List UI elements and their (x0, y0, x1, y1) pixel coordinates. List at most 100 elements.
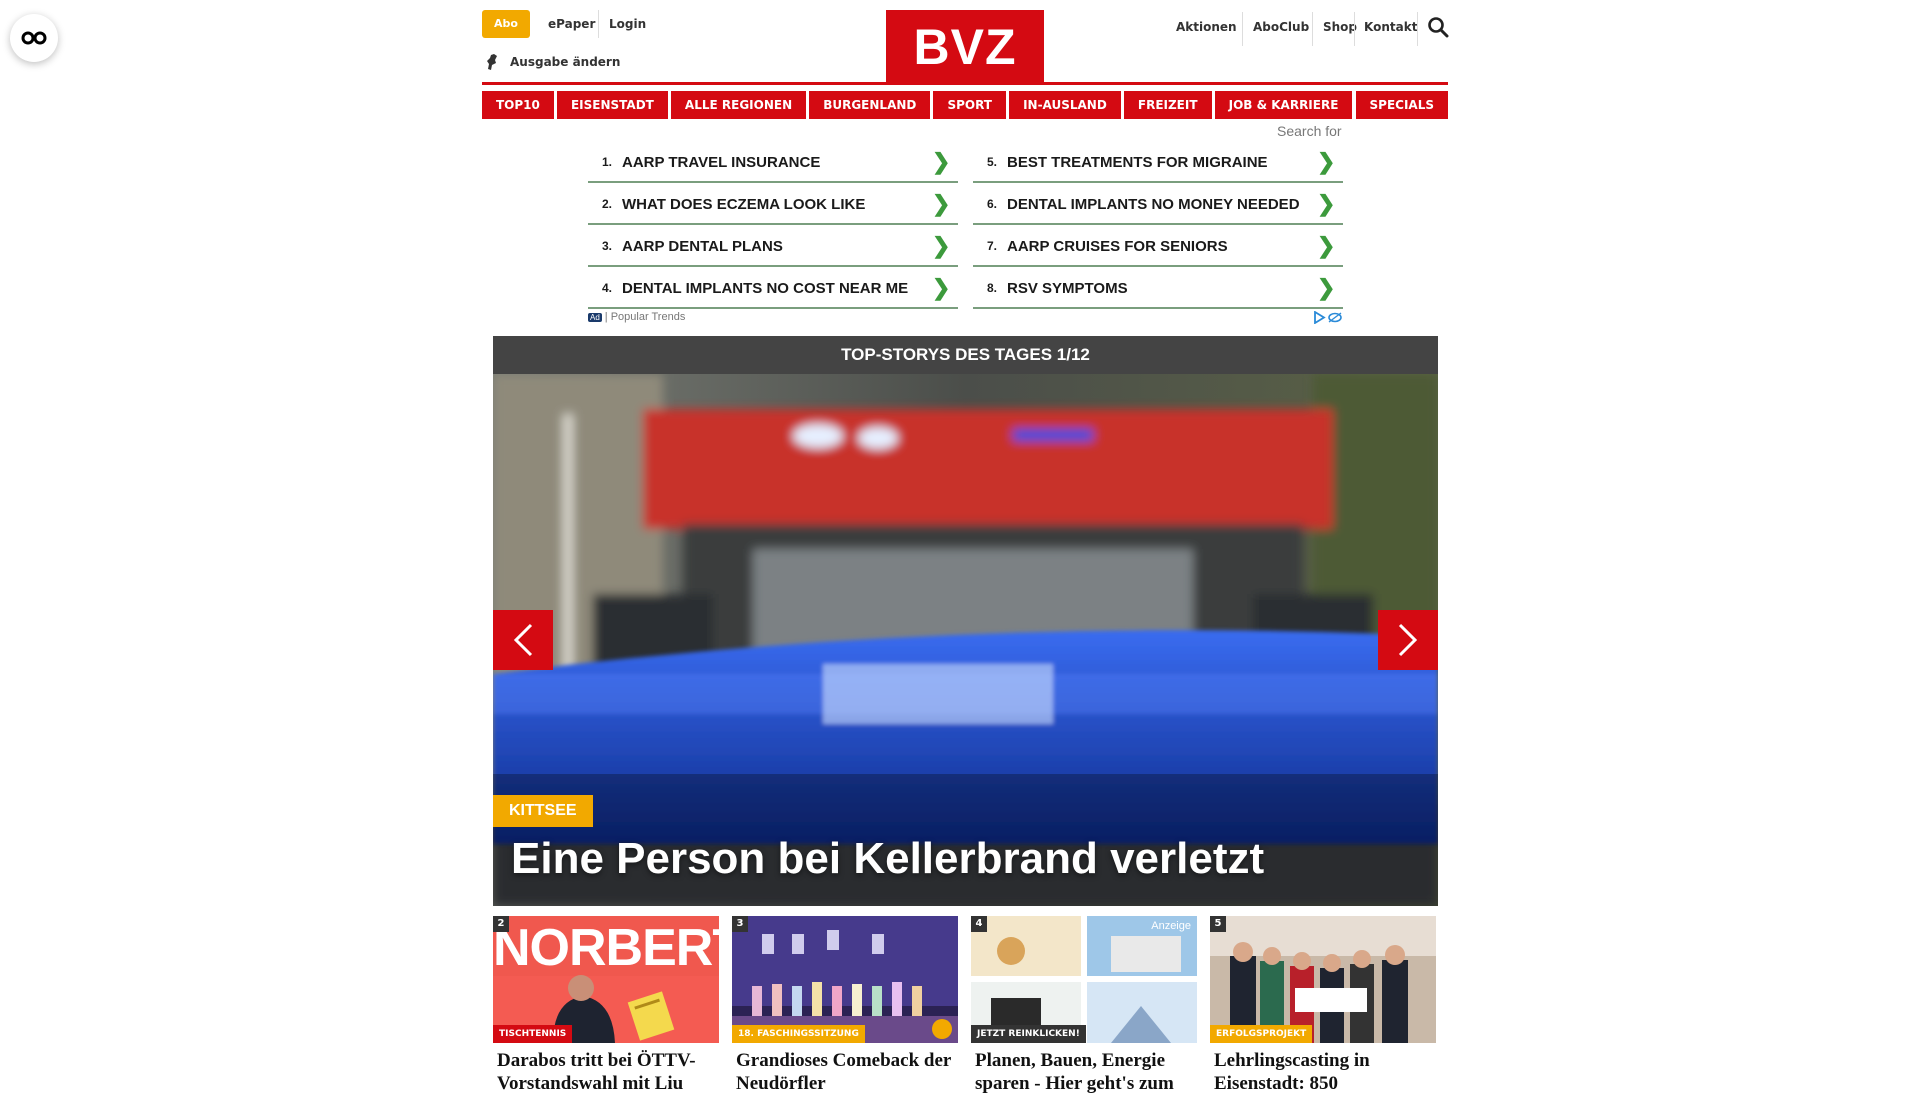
ad-link[interactable]: 4. DENTAL IMPLANTS NO COST NEAR ME ❯ (588, 269, 958, 309)
carousel-next-button[interactable] (1378, 610, 1438, 670)
kontakt-link[interactable]: Kontakt (1364, 12, 1417, 46)
chevron-right-icon: ❯ (932, 191, 951, 216)
header-rule (482, 82, 1448, 85)
story-thumbnail[interactable]: Anzeige 4 JETZT REINKLICKEN! (971, 916, 1197, 1043)
hero-category-tag[interactable]: KITTSEE (493, 795, 593, 827)
carousel-prev-button[interactable] (493, 610, 553, 670)
nav-item-specials[interactable]: SPECIALS (1355, 91, 1448, 119)
edition-label: Ausgabe ändern (510, 55, 621, 69)
ad-link[interactable]: 2. WHAT DOES ECZEMA LOOK LIKE ❯ (588, 185, 958, 225)
ad-link-number: 3. (601, 239, 612, 253)
story-thumbnail[interactable]: 3 18. FASCHINGSSITZUNG (732, 916, 958, 1043)
nav-item-eisenstadt[interactable]: EISENSTADT (556, 91, 668, 119)
story-title[interactable]: Grandioses Comeback der Neudörfler (732, 1049, 958, 1095)
ad-link-number: 5. (986, 155, 997, 169)
shop-link[interactable]: Shop (1323, 12, 1357, 46)
story-card[interactable]: Anzeige 4 JETZT REINKLICKEN! Planen, Bau… (971, 916, 1197, 1095)
story-image (1210, 916, 1436, 1043)
ad-link[interactable]: 6. DENTAL IMPLANTS NO MONEY NEEDED ❯ (973, 185, 1343, 225)
ad-link-number: 1. (601, 155, 612, 169)
ad-link-label: WHAT DOES ECZEMA LOOK LIKE (622, 195, 866, 213)
reader-mode-button[interactable] (10, 14, 58, 62)
header-divider (1242, 12, 1243, 46)
ad-link[interactable]: 1. AARP TRAVEL INSURANCE ❯ (588, 143, 958, 183)
epaper-link[interactable]: ePaper (548, 10, 595, 38)
login-link[interactable]: Login (609, 10, 646, 38)
ad-link-number: 6. (986, 197, 997, 211)
story-rank: 2 (493, 916, 509, 932)
nav-item-job-karriere[interactable]: JOB & KARRIERE (1214, 91, 1353, 119)
bvz-logo[interactable]: BVZ (886, 10, 1044, 84)
story-image (971, 916, 1197, 1043)
header-divider (1312, 12, 1313, 46)
aktionen-link[interactable]: Aktionen (1176, 12, 1237, 46)
ad-link-label: DENTAL IMPLANTS NO COST NEAR ME (622, 279, 909, 297)
chevron-right-icon: ❯ (1317, 275, 1336, 300)
aboclub-link[interactable]: AboClub (1253, 12, 1309, 46)
ad-link[interactable]: 7. AARP CRUISES FOR SENIORS ❯ (973, 227, 1343, 267)
story-rank: 5 (1210, 916, 1226, 932)
ad-link[interactable]: 5. BEST TREATMENTS FOR MIGRAINE ❯ (973, 143, 1343, 183)
search-icon[interactable] (1427, 16, 1449, 38)
sponsored-label: Anzeige (1151, 920, 1191, 932)
chevron-right-icon: ❯ (1317, 233, 1336, 258)
ad-link-label: AARP DENTAL PLANS (622, 237, 783, 255)
story-title[interactable]: Darabos tritt bei ÖTTV-Vorstandswahl mit… (493, 1049, 719, 1095)
chevron-right-icon: ❯ (932, 233, 951, 258)
nav-item-alle-regionen[interactable]: ALLE REGIONEN (670, 91, 807, 119)
ad-link-number: 2. (601, 197, 612, 211)
abo-button[interactable]: Abo (482, 10, 530, 38)
edition-switcher[interactable]: Ausgabe ändern (486, 52, 620, 72)
header-divider (598, 10, 599, 38)
story-category[interactable]: 18. FASCHINGSSITZUNG (732, 1025, 865, 1043)
story-category[interactable]: TISCHTENNIS (493, 1025, 573, 1043)
ad-link[interactable]: 3. AARP DENTAL PLANS ❯ (588, 227, 958, 267)
ad-badge: Ad (588, 313, 602, 322)
ad-link-label: AARP TRAVEL INSURANCE (622, 153, 821, 171)
chevron-right-icon: ❯ (932, 149, 951, 174)
story-card[interactable]: 3 18. FASCHINGSSITZUNG Grandioses Comeba… (732, 916, 958, 1095)
chevron-right-icon: ❯ (1317, 149, 1336, 174)
site-header: Abo ePaper Login Ausgabe ändern BVZ Akti… (482, 0, 1449, 86)
header-divider (1417, 12, 1418, 46)
adchoices-icon[interactable] (1313, 310, 1343, 327)
burgenland-map-icon (487, 54, 497, 70)
image-caption-text: NORBERT (493, 919, 719, 977)
story-card[interactable]: NORBERT 2 TISCHTENNIS Darabos tritt bei … (493, 916, 719, 1095)
ad-footer-label: Popular Trends (610, 311, 686, 323)
story-rank: 3 (732, 916, 748, 932)
hero-headline[interactable]: Eine Person bei Kellerbrand verletzt (511, 834, 1264, 884)
nav-item-freizeit[interactable]: FREIZEIT (1123, 91, 1212, 119)
chevron-left-icon (513, 623, 533, 657)
ad-link-number: 8. (986, 281, 997, 295)
ad-link-label: BEST TREATMENTS FOR MIGRAINE (1007, 153, 1268, 171)
nav-item-sport[interactable]: SPORT (933, 91, 1006, 119)
story-category[interactable]: JETZT REINKLICKEN! (971, 1025, 1086, 1043)
ad-search-label: Search for (1277, 123, 1342, 139)
nav-item-in-ausland[interactable]: IN-AUSLAND (1009, 91, 1121, 119)
top-stories-heading: TOP-STORYS DES TAGES 1/12 (493, 336, 1438, 374)
nav-item-top10[interactable]: TOP10 (482, 91, 554, 119)
ad-link-label: AARP CRUISES FOR SENIORS (1007, 237, 1228, 255)
story-title[interactable]: Planen, Bauen, Energie sparen - Hier geh… (971, 1049, 1197, 1095)
header-divider (1354, 12, 1355, 46)
story-rank: 4 (971, 916, 987, 932)
ad-column-right: 5. BEST TREATMENTS FOR MIGRAINE ❯ 6. DENTAL… (973, 143, 1343, 311)
ad-link-label: RSV SYMPTOMS (1007, 279, 1128, 297)
ad-link-label: DENTAL IMPLANTS NO MONEY NEEDED (1007, 195, 1300, 213)
story-image (732, 916, 958, 1043)
chevron-right-icon: ❯ (932, 275, 951, 300)
ad-column-left: 1. AARP TRAVEL INSURANCE ❯ 2. WHAT DOES ECZ… (588, 143, 958, 311)
ad-footer: Ad | Popular Trends (588, 310, 1343, 327)
ad-link-number: 7. (986, 239, 997, 253)
story-category[interactable]: ERFOLGSPROJEKT (1210, 1025, 1313, 1043)
chevron-right-icon (1398, 623, 1418, 657)
ad-link[interactable]: 8. RSV SYMPTOMS ❯ (973, 269, 1343, 309)
hero-story[interactable]: KITTSEE Eine Person bei Kellerbrand verl… (493, 374, 1438, 906)
story-thumbnail[interactable]: 5 ERFOLGSPROJEKT (1210, 916, 1436, 1043)
story-title[interactable]: Lehrlingscasting in Eisenstadt: 850 (1210, 1049, 1436, 1095)
main-navigation: TOP10 EISENSTADT ALLE REGIONEN BURGENLAN… (482, 91, 1448, 119)
story-card[interactable]: 5 ERFOLGSPROJEKT Lehrlingscasting in Eis… (1210, 916, 1436, 1095)
nav-item-burgenland[interactable]: BURGENLAND (809, 91, 931, 119)
story-thumbnail[interactable]: NORBERT 2 TISCHTENNIS (493, 916, 719, 1043)
